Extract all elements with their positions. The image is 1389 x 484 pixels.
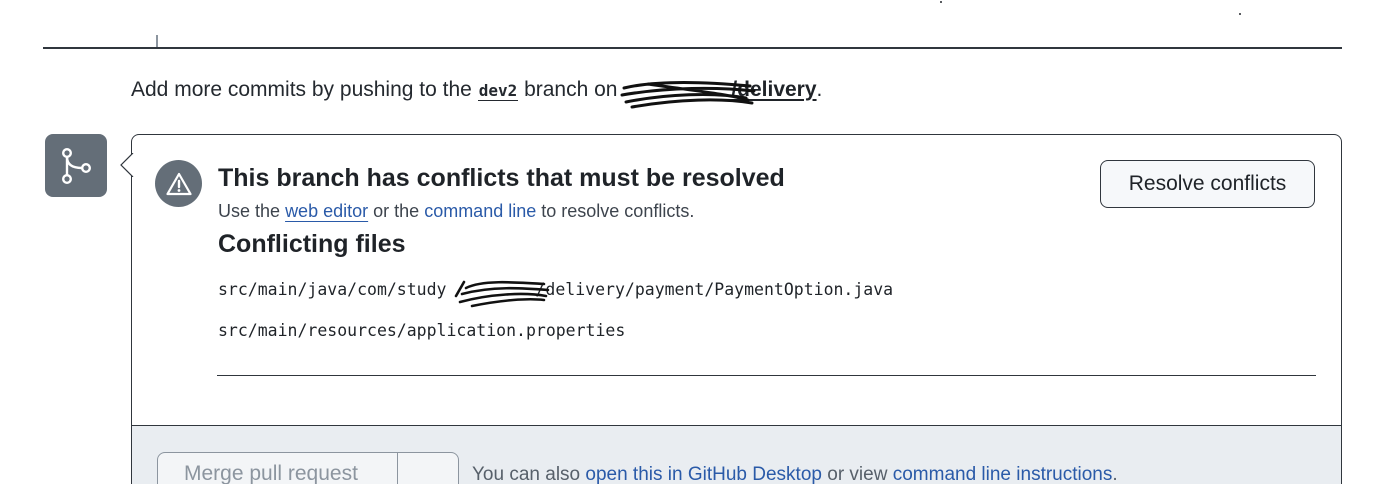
panel-caret <box>120 153 134 177</box>
speck <box>940 1 942 3</box>
timeline-divider <box>43 47 1342 49</box>
speck <box>1239 13 1241 15</box>
desc-middle: or the <box>373 201 420 221</box>
footer-prefix: You can also <box>472 464 581 484</box>
pull-request-merge-area: Add more commits by pushing to the dev2 … <box>0 0 1389 484</box>
footer-suffix: . <box>1112 464 1118 484</box>
file-path-end: /delivery/payment/PaymentOption.java <box>535 280 894 299</box>
file-path-start: src/main/java/com/study <box>218 280 447 299</box>
file-path-start: src/main/resources/application.propertie… <box>218 321 626 340</box>
command-line-instructions-link[interactable]: command line instructions <box>893 464 1113 484</box>
github-desktop-link[interactable]: open this in GitHub Desktop <box>585 464 822 484</box>
panel-divider <box>217 375 1316 376</box>
command-line-link[interactable]: command line <box>424 201 536 221</box>
alert-triangle-icon <box>155 160 202 207</box>
desc-prefix: Use the <box>218 201 281 221</box>
conflict-description: Use the web editor or the command line t… <box>218 201 694 222</box>
conflicting-file-item[interactable]: src/main/java/com/study/delivery/payment… <box>218 280 893 299</box>
repo-link[interactable]: /delivery <box>623 78 816 101</box>
conflicting-files-heading: Conflicting files <box>218 230 406 258</box>
merge-button-group: Merge pull request <box>157 452 459 484</box>
conflict-title: This branch has conflicts that must be r… <box>218 164 785 192</box>
merge-button-divider <box>397 453 398 484</box>
web-editor-link[interactable]: web editor <box>285 201 368 221</box>
commit-hint-suffix: . <box>816 78 823 101</box>
commit-hint-prefix: Add more commits by pushing to the <box>131 78 472 101</box>
branch-name[interactable]: dev2 <box>477 81 519 101</box>
git-merge-icon <box>45 134 107 197</box>
footer-text: You can also open this in GitHub Desktop… <box>472 464 1118 484</box>
resolve-conflicts-button[interactable]: Resolve conflicts <box>1100 160 1315 208</box>
conflicting-file-item[interactable]: src/main/resources/application.propertie… <box>218 321 625 340</box>
merge-pull-request-button[interactable]: Merge pull request <box>158 453 397 484</box>
timeline-connector <box>156 35 158 47</box>
footer-middle: or view <box>827 464 888 484</box>
repo-name: /delivery <box>731 78 817 101</box>
desc-suffix: to resolve conflicts. <box>541 201 695 221</box>
commit-hint: Add more commits by pushing to the dev2 … <box>131 78 822 102</box>
commit-hint-middle: branch on <box>524 78 618 101</box>
